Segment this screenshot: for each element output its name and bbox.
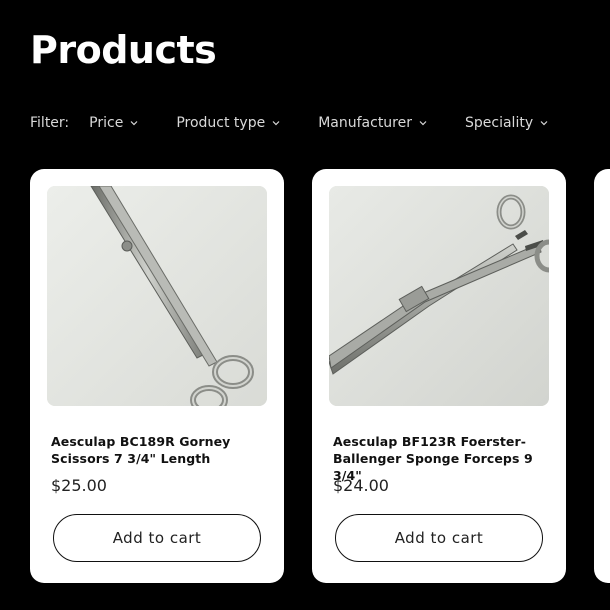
product-image-scissors[interactable] <box>47 186 267 406</box>
filter-price-label: Price <box>89 115 124 131</box>
filter-label: Filter: <box>30 115 70 131</box>
filter-manufacturer[interactable]: Manufacturer <box>318 115 428 131</box>
product-title-line-2: Scissors 7 3/4" Length <box>51 451 211 466</box>
filter-bar: Filter: Price Product type Manufacturer … <box>30 112 586 134</box>
add-to-cart-button[interactable]: Add to cart <box>335 514 543 562</box>
chevron-down-icon <box>418 118 428 128</box>
filter-product-type-label: Product type <box>176 115 266 131</box>
filter-product-type[interactable]: Product type <box>176 115 281 131</box>
chevron-down-icon <box>129 118 139 128</box>
product-price: $25.00 <box>51 476 107 495</box>
chevron-down-icon <box>539 118 549 128</box>
product-price: $24.00 <box>333 476 389 495</box>
product-card-partial[interactable] <box>594 169 610 583</box>
filter-speciality-label: Speciality <box>465 115 534 131</box>
product-card[interactable]: Aesculap BF123R Foerster- Ballenger Spon… <box>312 169 566 583</box>
product-image-forceps[interactable] <box>329 186 549 406</box>
add-to-cart-button[interactable]: Add to cart <box>53 514 261 562</box>
page-title: Products <box>30 28 217 72</box>
filter-manufacturer-label: Manufacturer <box>318 115 412 131</box>
filter-price[interactable]: Price <box>89 115 139 131</box>
product-card[interactable]: Aesculap BC189R Gorney Scissors 7 3/4" L… <box>30 169 284 583</box>
product-title-line-1: Aesculap BC189R Gorney <box>51 434 231 449</box>
chevron-down-icon <box>271 118 281 128</box>
product-title[interactable]: Aesculap BC189R Gorney Scissors 7 3/4" L… <box>51 433 271 467</box>
product-title-line-1: Aesculap BF123R Foerster- <box>333 434 527 449</box>
filter-speciality[interactable]: Speciality <box>465 115 549 131</box>
